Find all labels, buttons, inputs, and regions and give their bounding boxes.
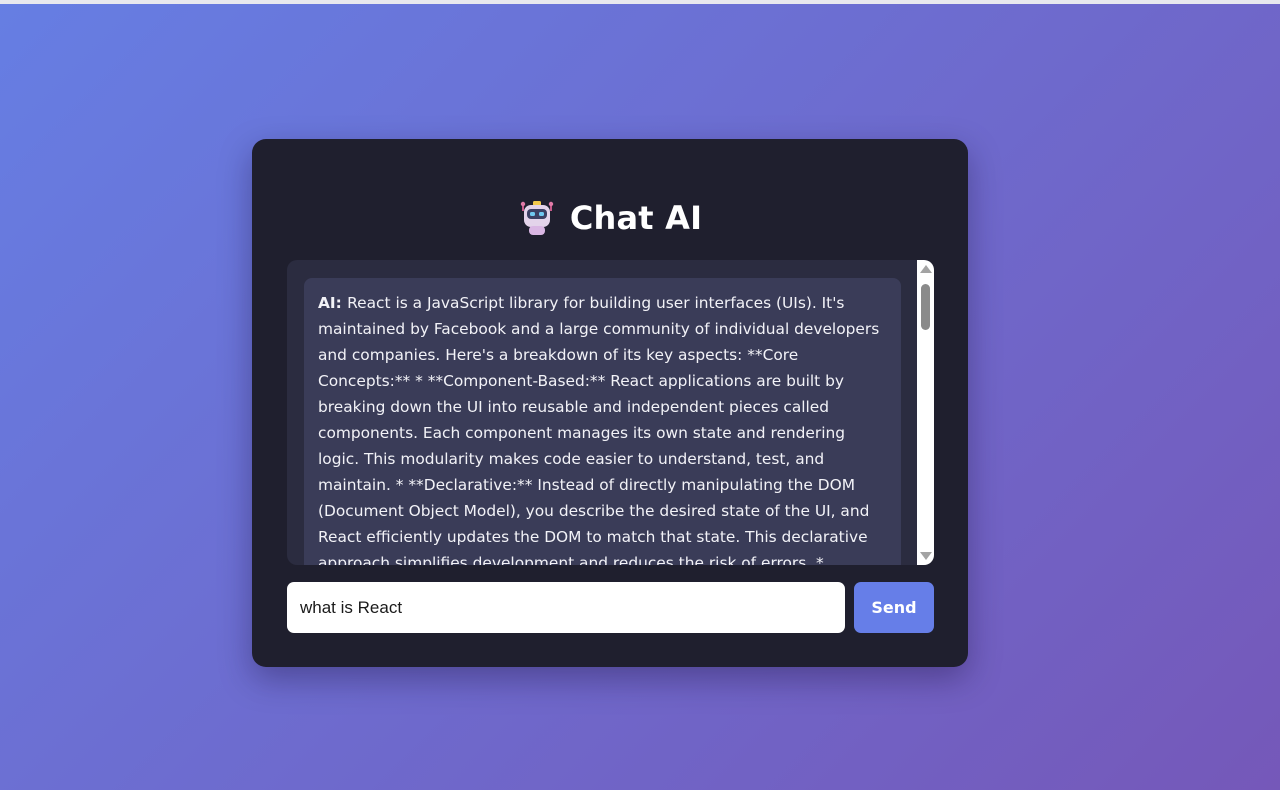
robot-icon	[518, 199, 556, 237]
scroll-down-arrow-icon[interactable]	[920, 552, 932, 560]
chat-title: Chat AI	[569, 199, 703, 237]
chat-header: Chat AI	[252, 195, 968, 241]
ai-message: AI: React is a JavaScript library for bu…	[304, 278, 901, 565]
message-sender: AI:	[318, 294, 348, 312]
chat-container: Chat AI AI: React is a JavaScript librar…	[252, 139, 968, 667]
browser-top-strip	[0, 0, 1280, 4]
scroll-up-arrow-icon[interactable]	[920, 265, 932, 273]
messages-scroll-area: AI: React is a JavaScript library for bu…	[287, 260, 917, 565]
message-text: React is a JavaScript library for buildi…	[318, 294, 880, 565]
message-input[interactable]	[287, 582, 845, 633]
send-button[interactable]: Send	[854, 582, 934, 633]
composer: Send	[287, 582, 934, 633]
scrollbar-thumb[interactable]	[921, 284, 930, 330]
messages-scrollbar[interactable]	[917, 260, 934, 565]
messages-panel[interactable]: AI: React is a JavaScript library for bu…	[287, 260, 934, 565]
